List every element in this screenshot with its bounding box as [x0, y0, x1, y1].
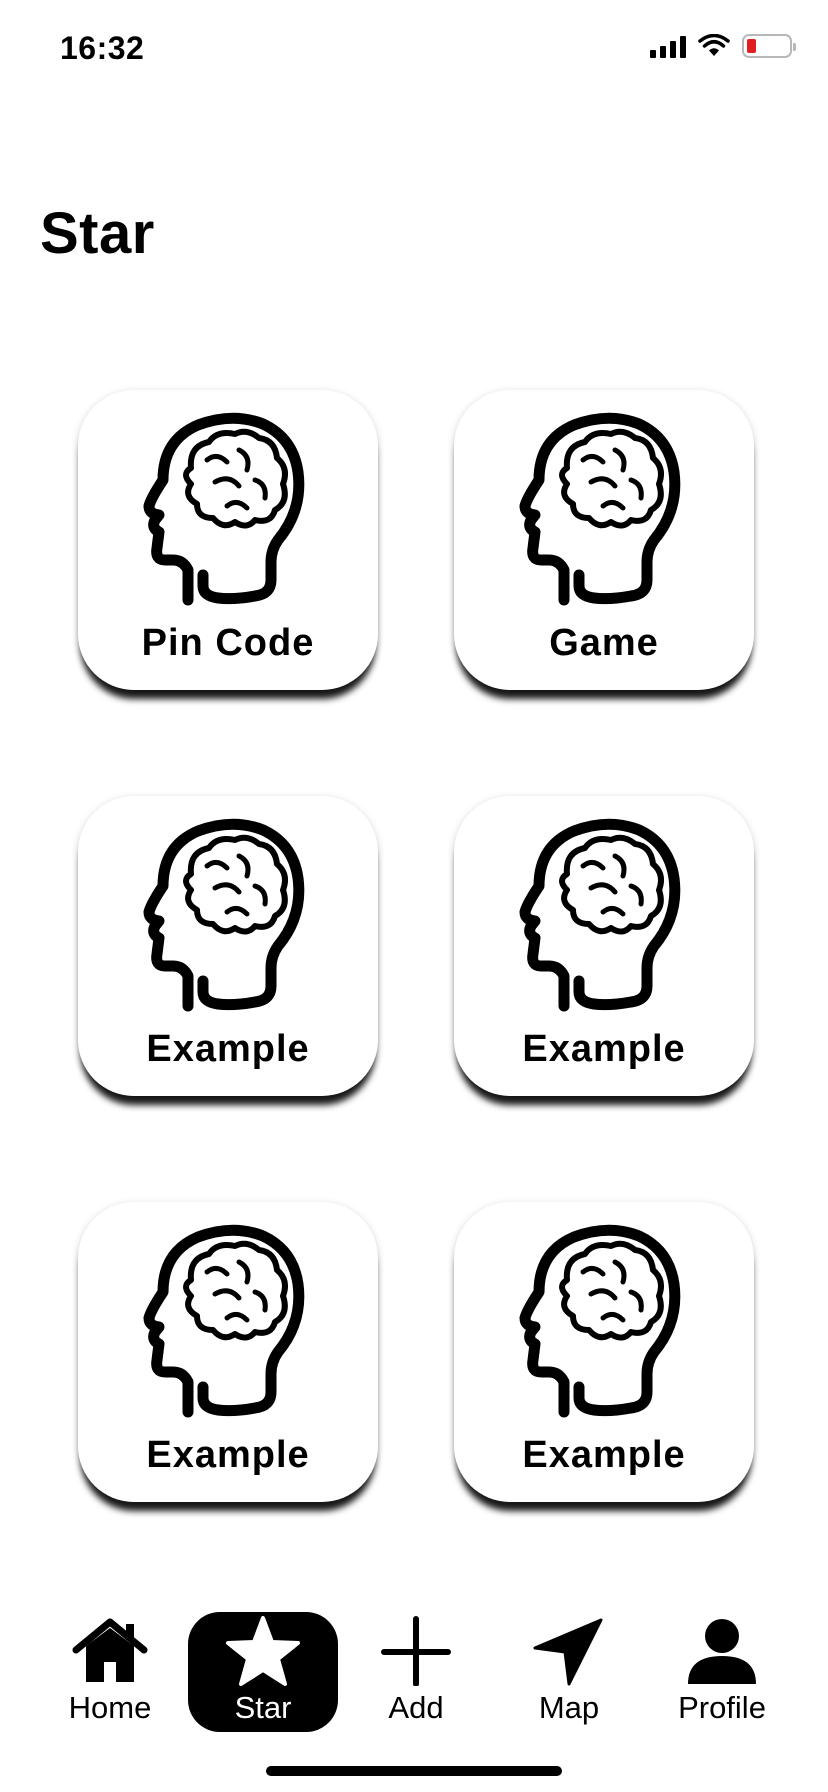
tab-map[interactable]: Map: [494, 1612, 644, 1732]
status-time: 16:32: [60, 30, 145, 66]
brain-head-icon: [519, 410, 689, 610]
battery-icon: [742, 34, 796, 58]
tab-profile[interactable]: Profile: [647, 1612, 797, 1732]
brain-head-icon: [143, 410, 313, 610]
tab-home[interactable]: Home: [35, 1612, 185, 1732]
star-icon: [226, 1616, 300, 1686]
tab-label: Map: [538, 1690, 600, 1725]
brain-head-icon: [519, 1222, 689, 1422]
card-label: Example: [522, 1028, 686, 1070]
tab-add[interactable]: Add: [341, 1612, 491, 1732]
status-bar: 16:32: [0, 0, 828, 100]
page-title: Star: [40, 201, 155, 266]
app-screen: 16:32 Star Pin Code Game Example Example…: [0, 0, 828, 1792]
tab-star[interactable]: Star: [188, 1612, 338, 1732]
brain-head-icon: [519, 816, 689, 1016]
card-label: Example: [146, 1028, 310, 1070]
card-label: Pin Code: [141, 622, 315, 664]
tab-bar: Home Star Add Map Profile: [0, 1600, 828, 1740]
card-example-1[interactable]: Example: [78, 796, 378, 1096]
home-indicator: [266, 1766, 562, 1776]
card-example-3[interactable]: Example: [78, 1202, 378, 1502]
tab-label: Star: [234, 1690, 292, 1725]
tab-label: Add: [388, 1690, 444, 1725]
home-icon: [72, 1618, 148, 1682]
battery-level: [747, 39, 756, 53]
tab-label: Home: [68, 1690, 152, 1725]
card-example-2[interactable]: Example: [454, 796, 754, 1096]
status-icons: [650, 34, 796, 58]
brain-head-icon: [143, 816, 313, 1016]
cellular-signal-icon: [650, 34, 686, 58]
card-label: Example: [522, 1434, 686, 1476]
location-arrow-icon: [533, 1618, 603, 1686]
card-label: Game: [549, 622, 659, 664]
plus-icon: [381, 1616, 451, 1686]
card-game[interactable]: Game: [454, 390, 754, 690]
card-label: Example: [146, 1434, 310, 1476]
tab-label: Profile: [678, 1690, 766, 1725]
wifi-icon: [698, 34, 730, 56]
card-pin-code[interactable]: Pin Code: [78, 390, 378, 690]
brain-head-icon: [143, 1222, 313, 1422]
person-icon: [688, 1619, 756, 1684]
card-example-4[interactable]: Example: [454, 1202, 754, 1502]
